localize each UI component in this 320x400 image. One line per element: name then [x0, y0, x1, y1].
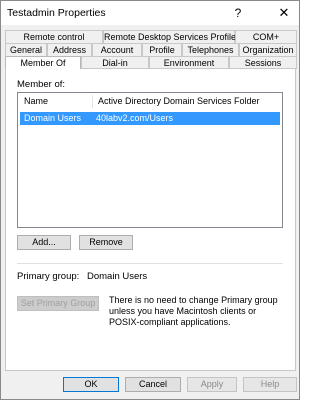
- column-separator: [92, 95, 93, 108]
- tab-telephones[interactable]: Telephones: [182, 43, 239, 56]
- divider: [17, 263, 283, 264]
- primary-group-info: There is no need to change Primary group…: [109, 295, 278, 327]
- title-bar: Testadmin Properties ? ✕: [1, 1, 299, 25]
- tab-general[interactable]: General: [5, 43, 47, 56]
- tab-organization[interactable]: Organization: [239, 43, 297, 56]
- properties-dialog: Testadmin Properties ? ✕ Remote control …: [0, 0, 300, 400]
- add-button[interactable]: Add...: [17, 235, 71, 250]
- dialog-title: Testadmin Properties: [7, 7, 106, 19]
- tab-member-of[interactable]: Member Of: [5, 56, 81, 69]
- row-name: Domain Users: [24, 113, 82, 123]
- column-header-folder[interactable]: Active Directory Domain Services Folder: [94, 93, 282, 110]
- help-icon[interactable]: ?: [223, 1, 253, 25]
- member-of-label: Member of:: [17, 79, 66, 90]
- primary-group-label: Primary group:: [17, 271, 80, 282]
- remove-button[interactable]: Remove: [79, 235, 133, 250]
- column-header-name[interactable]: Name: [20, 93, 94, 110]
- tab-com-plus[interactable]: COM+: [235, 30, 297, 43]
- help-button[interactable]: Help: [243, 377, 297, 392]
- cancel-button[interactable]: Cancel: [125, 377, 181, 392]
- tab-account[interactable]: Account: [92, 43, 142, 56]
- member-of-list[interactable]: Name Active Directory Domain Services Fo…: [17, 92, 283, 228]
- tab-address[interactable]: Address: [47, 43, 92, 56]
- set-primary-group-button[interactable]: Set Primary Group: [17, 296, 99, 311]
- primary-group-value: Domain Users: [87, 271, 148, 282]
- tab-remote-control[interactable]: Remote control: [5, 30, 103, 43]
- tab-profile[interactable]: Profile: [142, 43, 182, 56]
- table-row[interactable]: Domain Users 40labv2.com/Users: [20, 112, 280, 125]
- ok-button[interactable]: OK: [63, 377, 119, 392]
- close-icon[interactable]: ✕: [269, 1, 299, 25]
- row-folder: 40labv2.com/Users: [96, 113, 174, 123]
- tab-remote-desktop-services-profile[interactable]: Remote Desktop Services Profile: [103, 30, 236, 43]
- apply-button[interactable]: Apply: [187, 377, 237, 392]
